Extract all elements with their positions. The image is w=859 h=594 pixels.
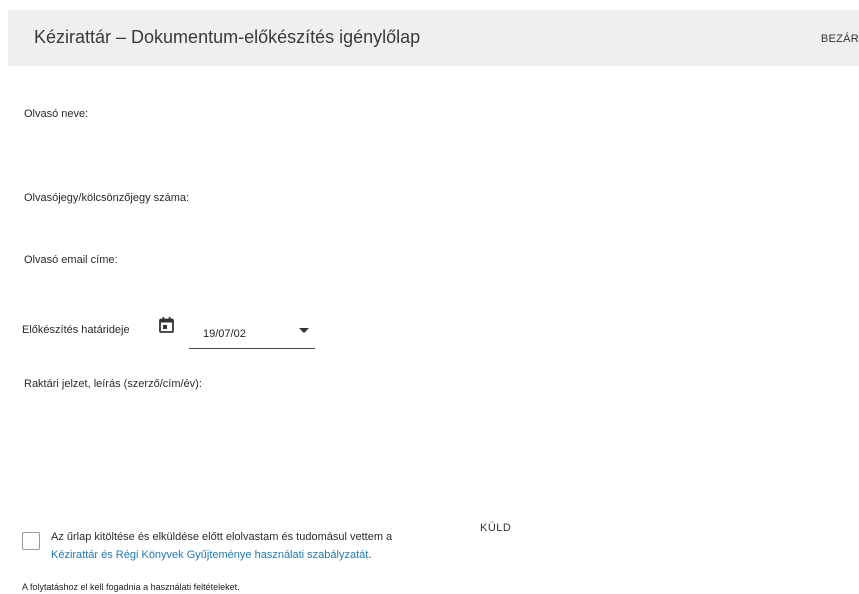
email-label: Olvasó email címe: — [24, 254, 118, 266]
consent-text: Az űrlap kitöltése és elküldése előtt el… — [51, 528, 392, 564]
description-label: Raktári jelzet, leírás (szerző/cím/év): — [24, 378, 202, 390]
dialog-header: Kézirattár – Dokumentum-előkészítés igén… — [8, 10, 859, 66]
page-title: Kézirattár – Dokumentum-előkészítés igén… — [34, 27, 421, 47]
deadline-date-select[interactable]: 19/07/02 — [189, 317, 315, 349]
terms-footnote: A folytatáshoz el kell fogadnia a haszná… — [22, 582, 240, 592]
deadline-label: Előkészítés határideje — [22, 324, 130, 336]
consent-checkbox[interactable] — [22, 532, 40, 550]
calendar-icon[interactable] — [159, 317, 174, 333]
card-number-label: Olvasójegy/kölcsönzőjegy száma: — [24, 192, 190, 204]
reader-name-label: Olvasó neve: — [24, 108, 89, 120]
chevron-down-icon — [299, 328, 309, 333]
deadline-date-value: 19/07/02 — [203, 328, 246, 340]
consent-text-main: Az űrlap kitöltése és elküldése előtt el… — [51, 531, 393, 543]
close-button[interactable]: BEZÁR — [821, 33, 859, 45]
send-button[interactable]: KÜLD — [480, 522, 511, 534]
terms-link[interactable]: Kézirattár és Régi Könyvek Gyűjteménye h… — [51, 549, 368, 561]
consent-suffix: . — [368, 549, 372, 561]
